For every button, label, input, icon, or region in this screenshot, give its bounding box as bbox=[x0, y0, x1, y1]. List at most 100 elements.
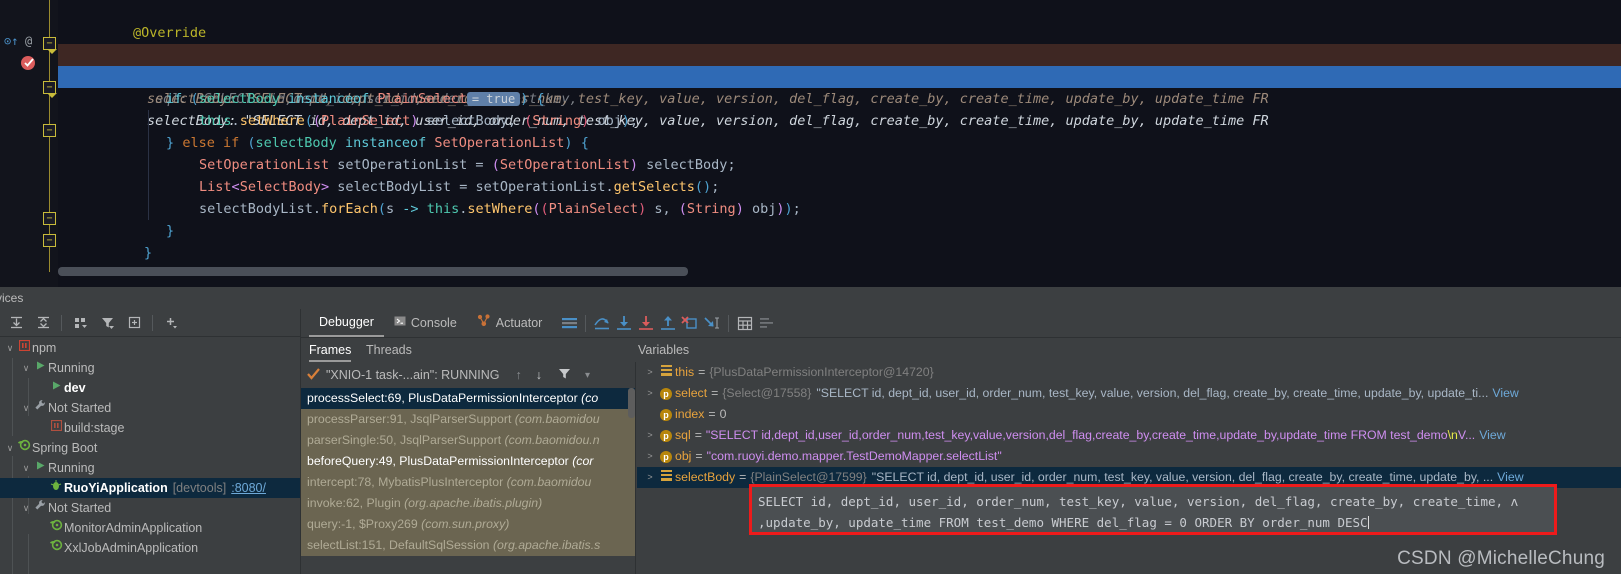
frame-item[interactable]: selectList:151, DefaultSqlSession (org.a… bbox=[301, 535, 635, 556]
chevron-down-icon[interactable]: ∨ bbox=[4, 438, 16, 458]
chevron-right-icon[interactable]: > bbox=[643, 362, 657, 383]
dropdown-icon[interactable]: ▾ bbox=[585, 370, 590, 381]
variable-row[interactable]: > this = {PlusDataPermissionInterceptor@… bbox=[637, 362, 1621, 383]
variable-row[interactable]: > p sql = "SELECT id,dept_id,user_id,ord… bbox=[637, 425, 1621, 446]
frame-item[interactable]: parserSingle:50, JsqlParserSupport (com.… bbox=[301, 430, 635, 451]
override-gutter-icon[interactable]: ⊙↑ bbox=[4, 34, 18, 48]
tab-debugger[interactable]: Debugger bbox=[309, 309, 384, 337]
tree-item-spring-notstarted[interactable]: ∨ Not Started bbox=[0, 498, 300, 518]
add-icon[interactable] bbox=[159, 311, 183, 335]
force-step-into-icon[interactable] bbox=[635, 312, 657, 334]
step-over-icon[interactable] bbox=[591, 312, 613, 334]
code-editor[interactable]: − − − − − ⊙↑ @ @Override protected void … bbox=[0, 0, 1621, 287]
code-line[interactable]: List<SelectBody> selectBodyList = setOpe… bbox=[58, 154, 1621, 195]
variable-row[interactable]: > p select = {Select@17558} "SELECT id, … bbox=[637, 383, 1621, 404]
subtab-frames[interactable]: Frames bbox=[309, 338, 352, 362]
services-toolbar[interactable] bbox=[0, 309, 300, 337]
variables-panel[interactable]: > this = {PlusDataPermissionInterceptor@… bbox=[637, 362, 1621, 574]
watermark-text: CSDN @MichelleChung bbox=[1397, 548, 1605, 569]
code-line-current[interactable]: if (selectBody instanceof PlainSelect = t… bbox=[58, 66, 1621, 129]
tree-item-dev[interactable]: dev bbox=[0, 378, 300, 398]
breakpoint-icon[interactable] bbox=[20, 55, 38, 74]
code-lines[interactable]: @Override protected void processSelect(S… bbox=[58, 0, 1621, 287]
chevron-right-icon[interactable]: > bbox=[643, 425, 657, 446]
frame-list[interactable]: processSelect:69, PlusDataPermissionInte… bbox=[301, 388, 635, 556]
tree-item-npm-notstarted[interactable]: ∨ Not Started bbox=[0, 398, 300, 418]
sql-value-popup[interactable]: SELECT id, dept_id, user_id, order_num, … bbox=[749, 484, 1557, 535]
evaluate-expression-icon[interactable] bbox=[734, 312, 756, 334]
tab-console[interactable]: Console bbox=[384, 309, 467, 337]
editor-horizontal-scrollbar[interactable] bbox=[58, 267, 688, 276]
chevron-down-icon[interactable]: ∨ bbox=[20, 458, 32, 478]
fold-marker-method[interactable]: − bbox=[43, 37, 57, 54]
chevron-down-icon[interactable]: ∨ bbox=[4, 338, 16, 358]
filter-icon[interactable] bbox=[558, 367, 571, 383]
chevron-down-icon[interactable]: ∨ bbox=[20, 398, 32, 418]
code-line[interactable]: } bbox=[58, 220, 1621, 261]
view-link[interactable]: View bbox=[1492, 383, 1518, 404]
add-tab-icon[interactable] bbox=[122, 311, 146, 335]
debugger-subtab-bar[interactable]: Frames Threads Variables bbox=[301, 338, 1621, 362]
fold-marker-inner[interactable]: − bbox=[43, 212, 56, 225]
collapse-all-icon[interactable] bbox=[31, 311, 55, 335]
subtab-threads[interactable]: Threads bbox=[366, 338, 412, 362]
move-down-icon[interactable]: ↓ bbox=[536, 368, 542, 382]
view-link[interactable]: View bbox=[1479, 425, 1505, 446]
run-to-cursor-icon[interactable] bbox=[701, 312, 723, 334]
variable-row[interactable]: p index = 0 bbox=[637, 404, 1621, 425]
move-up-icon[interactable]: ↑ bbox=[516, 368, 522, 382]
chevron-right-icon[interactable]: > bbox=[643, 446, 657, 467]
code-line[interactable]: SelectBody selectBody = select.getSelect… bbox=[58, 44, 1621, 107]
debugger-tab-bar[interactable]: Debugger Console Actuator bbox=[301, 309, 1621, 338]
fold-marker-else[interactable]: − bbox=[43, 124, 56, 137]
services-toolwindow-label[interactable]: rvices bbox=[0, 287, 300, 309]
variable-row[interactable]: > p obj = "com.ruoyi.demo.mapper.TestDem… bbox=[637, 446, 1621, 467]
tree-item-spring-running[interactable]: ∨ Running bbox=[0, 458, 300, 478]
fold-marker-if[interactable]: − bbox=[43, 81, 57, 98]
editor-gutter[interactable]: − − − − − ⊙↑ @ bbox=[0, 0, 58, 287]
chevron-down-icon[interactable]: ∨ bbox=[20, 498, 32, 518]
frame-item[interactable]: query:-1, $Proxy269 (com.sun.proxy) bbox=[301, 514, 635, 535]
tree-item-npm-running[interactable]: ∨ Running bbox=[0, 358, 300, 378]
drop-frame-icon[interactable] bbox=[679, 312, 701, 334]
subtab-label: Frames bbox=[309, 343, 352, 357]
code-line[interactable]: protected void processSelect(Select sele… bbox=[58, 22, 1621, 107]
code-line[interactable]: this.setWhere((PlainSelect) selectBody, … bbox=[58, 88, 1621, 129]
group-by-icon[interactable] bbox=[68, 311, 92, 335]
application-url-link[interactable]: :8080/ bbox=[231, 478, 266, 498]
services-tree[interactable]: ∨ npm ∨ Running dev ∨ Not Started build:… bbox=[0, 338, 300, 574]
frame-item[interactable]: processSelect:69, PlusDataPermissionInte… bbox=[301, 388, 635, 409]
code-line[interactable]: } bbox=[58, 198, 1621, 239]
frame-item[interactable]: beforeQuery:49, PlusDataPermissionInterc… bbox=[301, 451, 635, 472]
filter-icon[interactable] bbox=[95, 311, 119, 335]
code-line[interactable]: } else if (selectBody instanceof SetOper… bbox=[58, 110, 1621, 151]
fold-marker-class[interactable]: − bbox=[43, 234, 56, 247]
tab-actuator[interactable]: Actuator bbox=[467, 309, 553, 337]
chevron-down-icon[interactable]: ∨ bbox=[20, 358, 32, 378]
settings-icon[interactable] bbox=[756, 312, 778, 334]
chevron-right-icon[interactable]: > bbox=[643, 383, 657, 404]
frame-item[interactable]: intercept:78, MybatisPlusInterceptor (co… bbox=[301, 472, 635, 493]
code-line[interactable]: SetOperationList setOperationList = (Set… bbox=[58, 132, 1621, 173]
subtab-variables[interactable]: Variables bbox=[638, 338, 689, 362]
frames-panel[interactable]: "XNIO-1 task-...ain": RUNNING ↑ ↓ ▾ proc… bbox=[301, 362, 636, 574]
tree-item-spring-boot[interactable]: ∨ Spring Boot bbox=[0, 438, 300, 458]
tree-item-npm[interactable]: ∨ npm bbox=[0, 338, 300, 358]
layout-settings-icon[interactable] bbox=[558, 312, 580, 334]
annotation-gutter-icon[interactable]: @ bbox=[25, 34, 32, 48]
code-line[interactable]: selectBodyList.forEach(s -> this.setWher… bbox=[58, 176, 1621, 217]
code-line[interactable]: @Override bbox=[58, 0, 1621, 41]
expand-all-icon[interactable] bbox=[4, 311, 28, 335]
toolbar-separator bbox=[61, 314, 62, 331]
thread-selector[interactable]: "XNIO-1 task-...ain": RUNNING ↑ ↓ ▾ bbox=[301, 362, 635, 388]
chevron-right-icon[interactable]: > bbox=[643, 467, 657, 488]
tree-item-xxljob-admin[interactable]: XxlJobAdminApplication bbox=[0, 538, 300, 558]
frame-item[interactable]: processParser:91, JsqlParserSupport (com… bbox=[301, 409, 635, 430]
tree-item-build-stage[interactable]: build:stage bbox=[0, 418, 300, 438]
frame-item[interactable]: invoke:62, Plugin (org.apache.ibatis.plu… bbox=[301, 493, 635, 514]
tree-item-ruoyi-application[interactable]: RuoYiApplication [devtools] :8080/ bbox=[0, 478, 300, 498]
step-into-icon[interactable] bbox=[613, 312, 635, 334]
step-out-icon[interactable] bbox=[657, 312, 679, 334]
tree-item-monitor-admin[interactable]: MonitorAdminApplication bbox=[0, 518, 300, 538]
frames-scrollbar[interactable] bbox=[628, 388, 635, 418]
